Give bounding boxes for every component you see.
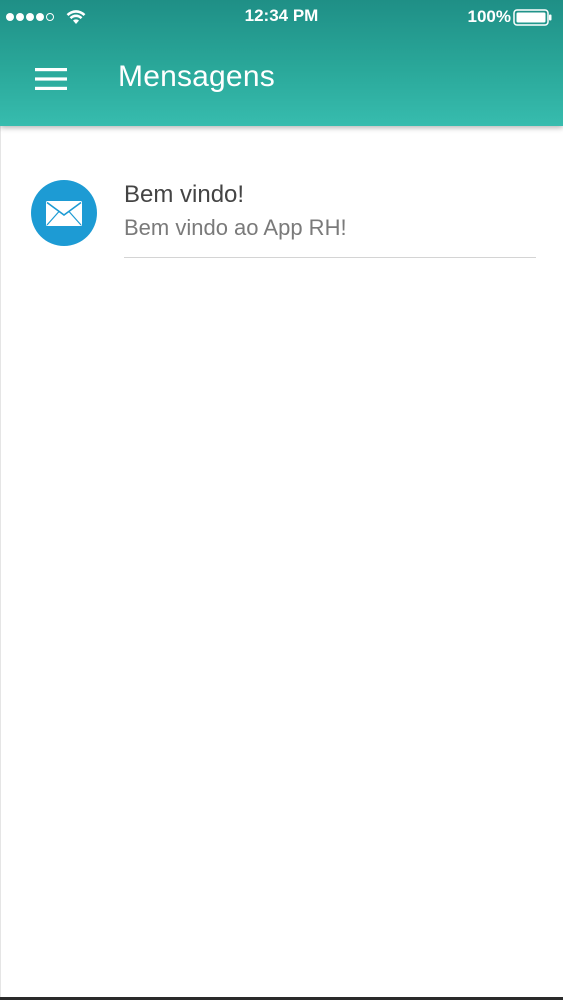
battery-percent: 100% <box>467 7 511 26</box>
app-screen: 12:34 PM 100% Mensagens Bem vindo! Bem v… <box>0 0 563 1000</box>
battery-icon <box>513 9 552 26</box>
app-header: 12:34 PM 100% Mensagens <box>0 0 563 126</box>
menu-button[interactable] <box>26 56 76 102</box>
hamburger-menu-icon <box>35 68 67 90</box>
message-item[interactable]: Bem vindo! Bem vindo ao App RH! <box>0 126 563 260</box>
message-list: Bem vindo! Bem vindo ao App RH! <box>0 126 563 1000</box>
message-avatar <box>31 180 97 246</box>
message-preview: Bem vindo ao App RH! <box>124 215 347 240</box>
status-bar: 12:34 PM 100% <box>0 0 563 34</box>
list-divider <box>124 257 536 258</box>
page-title: Mensagens <box>118 60 275 93</box>
message-title: Bem vindo! <box>124 181 245 208</box>
envelope-icon <box>46 200 82 226</box>
